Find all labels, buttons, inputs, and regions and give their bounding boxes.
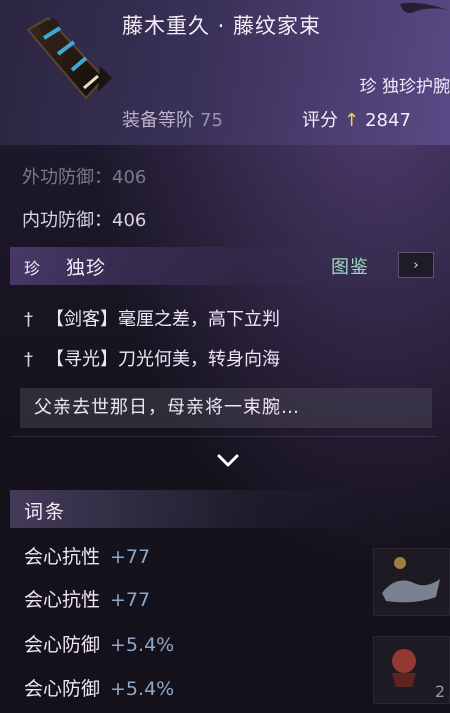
rarity-badge: 珍	[24, 259, 41, 278]
level-value: 75	[200, 110, 223, 131]
item-tooltip-panel: 藤木重久 · 藤纹家束 珍 独珍护腕 装备等阶 75 评分 ↑ 2847 外功防御：4…	[0, 0, 450, 713]
entry-value: +77	[110, 546, 151, 568]
atlas-link[interactable]: 图鉴	[331, 253, 369, 279]
quality-badge: 珍	[359, 77, 377, 97]
entry-row: 会心防御 +5.4%	[24, 630, 174, 657]
stat-outer-defense: 外功防御：406	[22, 167, 147, 188]
entry-name: 会心抗性	[24, 589, 101, 611]
entry-value: +77	[110, 589, 151, 611]
trait-tag: 【寻光】	[46, 349, 118, 370]
atlas-open-button[interactable]: ›	[398, 252, 434, 278]
trait-tag: 【剑客】	[46, 309, 118, 330]
wrist-guard-icon	[26, 16, 112, 100]
trait-item: † 【寻光】刀光何美，转身向海	[24, 345, 280, 371]
entry-row: 会心防御 +5.4%	[24, 674, 174, 701]
ornament-icon	[400, 2, 448, 13]
score-value: 2847	[365, 110, 411, 131]
level-label: 装备等阶	[122, 110, 194, 131]
entries-section-header: 词条	[10, 490, 370, 528]
lore-text[interactable]: 父亲去世那日，母亲将一束腕…	[20, 388, 432, 428]
rarity-title: 独珍	[66, 257, 107, 279]
rarity-section-header: 珍 独珍 图鉴 ›	[10, 247, 438, 285]
entries-title: 词条	[24, 501, 67, 523]
chevron-down-icon[interactable]	[216, 452, 240, 470]
divider	[10, 436, 438, 437]
entry-name: 会心抗性	[24, 546, 101, 568]
item-name: 藤木重久 · 藤纹家束	[122, 14, 322, 38]
entry-row: 会心抗性 +77	[24, 585, 150, 612]
entry-value: +5.4%	[110, 678, 175, 700]
side-item-slot[interactable]	[373, 548, 450, 616]
quality-tag: 珍 独珍护腕	[344, 72, 450, 102]
item-score: 评分 ↑ 2847	[302, 106, 411, 132]
equipment-level: 装备等阶 75	[122, 106, 223, 132]
stat-inner-defense: 内功防御：406	[22, 210, 147, 231]
item-thumbnail-icon	[382, 557, 440, 603]
trait-text: 刀光何美，转身向海	[118, 349, 280, 370]
entry-value: +5.4%	[110, 634, 175, 656]
sword-icon: †	[24, 349, 33, 370]
entry-name: 会心防御	[24, 634, 101, 656]
score-label: 评分	[302, 110, 338, 131]
quality-text: 独珍护腕	[382, 77, 450, 97]
score-up-arrow-icon: ↑	[344, 110, 360, 131]
sword-icon: †	[24, 309, 33, 330]
entry-name: 会心防御	[24, 678, 101, 700]
trait-text: 毫厘之差，高下立判	[118, 309, 280, 330]
entry-row: 会心抗性 +77	[24, 542, 150, 569]
item-header: 藤木重久 · 藤纹家束 珍 独珍护腕 装备等阶 75 评分 ↑ 2847	[0, 0, 450, 145]
slot-count: 2	[434, 682, 445, 701]
side-item-slot[interactable]: 2	[373, 636, 450, 704]
trait-item: † 【剑客】毫厘之差，高下立判	[24, 305, 280, 331]
